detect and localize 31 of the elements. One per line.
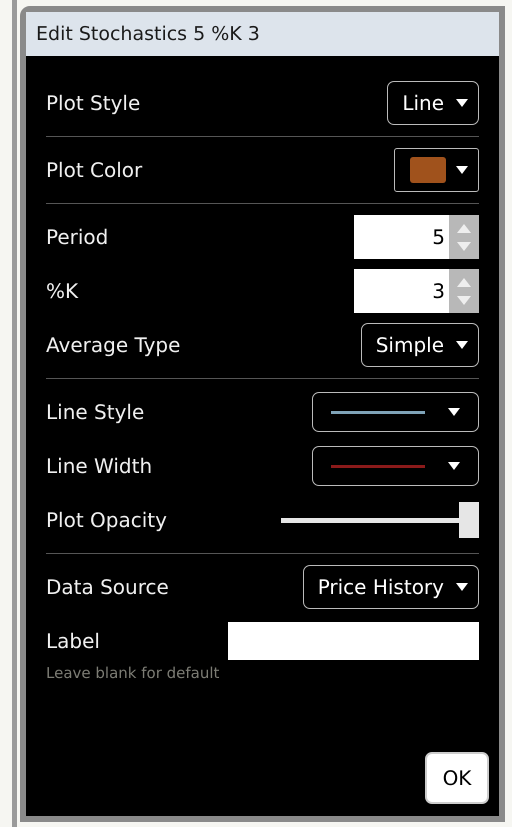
dropdown[interactable]: Price History — [302, 565, 479, 609]
slider-thumb[interactable] — [459, 502, 479, 538]
spinner-arrows[interactable] — [449, 215, 479, 259]
number-field[interactable]: 3 — [354, 269, 449, 313]
spinner-arrows[interactable] — [449, 269, 479, 313]
field-label: Line Width — [46, 453, 152, 480]
field-label: Plot Color — [46, 157, 142, 184]
field-label: Average Type — [46, 332, 180, 359]
field-label: Plot Opacity — [46, 507, 167, 534]
caret-icon — [456, 341, 468, 349]
field-label: Label — [46, 628, 100, 655]
hint-text: Leave blank for default — [46, 663, 220, 684]
field-label: Period — [46, 224, 108, 251]
window-title: Edit Stochastics 5 %K 3 — [36, 22, 260, 47]
ok-button[interactable]: OK — [425, 752, 489, 804]
line-dropdown[interactable] — [312, 446, 479, 486]
caret-icon — [448, 408, 460, 416]
caret-icon — [448, 462, 460, 470]
dropdown[interactable]: Simple — [360, 323, 479, 367]
dropdown[interactable]: Line — [387, 81, 479, 125]
line-dropdown[interactable] — [312, 392, 479, 432]
number-field[interactable]: 5 — [354, 215, 449, 259]
caret-icon — [456, 583, 468, 591]
field-label: Data Source — [46, 574, 169, 601]
color-dropdown[interactable] — [394, 148, 479, 192]
caret-icon — [456, 166, 468, 174]
label-input[interactable] — [228, 622, 479, 660]
caret-icon — [456, 99, 468, 107]
field-label: Line Style — [46, 399, 144, 426]
field-label: Plot Style — [46, 90, 140, 117]
field-label: %K — [46, 278, 78, 305]
